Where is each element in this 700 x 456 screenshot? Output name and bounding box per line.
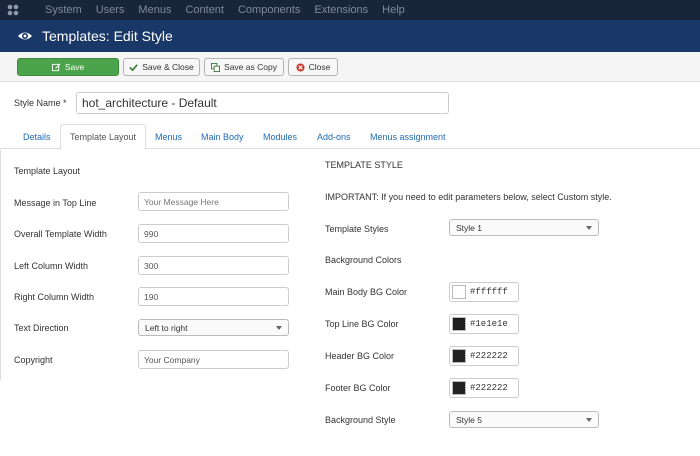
- menu-users[interactable]: Users: [96, 4, 125, 16]
- footer-color-value: #222222: [470, 383, 508, 393]
- chevron-down-icon: [586, 225, 592, 230]
- template-styles-label: Template Styles: [325, 224, 389, 234]
- bg-style-label: Background Style: [325, 415, 396, 425]
- message-input[interactable]: [138, 192, 289, 211]
- tab-bar: Details Template Layout Menus Main Body …: [0, 124, 700, 150]
- top-nav: System Users Menus Content Components Ex…: [45, 0, 419, 20]
- left-border: [0, 150, 1, 380]
- copy-icon: [211, 62, 221, 72]
- width-label: Overall Template Width: [14, 229, 107, 239]
- check-icon: [129, 63, 138, 71]
- color-swatch: [452, 349, 466, 363]
- menu-components[interactable]: Components: [238, 4, 300, 16]
- tab-modules[interactable]: Modules: [254, 124, 306, 149]
- message-label: Message in Top Line: [14, 198, 97, 208]
- tab-addons[interactable]: Add-ons: [308, 124, 360, 149]
- menu-system[interactable]: System: [45, 4, 82, 16]
- tab-main-body[interactable]: Main Body: [192, 124, 253, 149]
- close-icon: [296, 62, 305, 72]
- header-color-picker[interactable]: #222222: [449, 346, 519, 366]
- main-body-color-value: #ffffff: [470, 287, 508, 297]
- header-color-value: #222222: [470, 351, 508, 361]
- tab-details[interactable]: Details: [14, 124, 60, 149]
- save-close-label: Save & Close: [142, 62, 194, 72]
- menu-extensions[interactable]: Extensions: [314, 4, 368, 16]
- chevron-down-icon: [586, 417, 592, 422]
- page-header: Templates: Edit Style: [0, 20, 700, 52]
- top-line-color-value: #1e1e1e: [470, 319, 508, 329]
- important-note: IMPORTANT: If you need to edit parameter…: [325, 192, 612, 202]
- save-copy-button[interactable]: Save as Copy: [204, 58, 284, 76]
- eye-icon: [18, 32, 32, 40]
- tab-menus-assignment[interactable]: Menus assignment: [361, 124, 455, 149]
- top-line-color-picker[interactable]: #1e1e1e: [449, 314, 519, 334]
- edit-icon: [51, 63, 61, 71]
- page-title: Templates: Edit Style: [42, 28, 173, 44]
- color-swatch: [452, 317, 466, 331]
- save-close-button[interactable]: Save & Close: [123, 58, 200, 76]
- main-body-color-label: Main Body BG Color: [325, 287, 408, 297]
- tab-menus[interactable]: Menus: [146, 124, 191, 149]
- main-body-color-picker[interactable]: #ffffff: [449, 282, 519, 302]
- template-styles-value: Style 1: [456, 222, 482, 233]
- style-name-label: Style Name *: [14, 98, 67, 108]
- left-column-label: Left Column Width: [14, 261, 89, 271]
- left-column-input[interactable]: [138, 256, 289, 275]
- right-column-input[interactable]: [138, 287, 289, 306]
- chevron-down-icon: [276, 325, 282, 330]
- menu-content[interactable]: Content: [185, 4, 224, 16]
- layout-heading: Template Layout: [14, 166, 81, 176]
- save-button-label: Save: [64, 62, 85, 72]
- footer-color-picker[interactable]: #222222: [449, 378, 519, 398]
- toolbar: Save Save & Close Save as Copy Close: [0, 52, 700, 82]
- color-swatch: [452, 381, 466, 395]
- joomla-logo-icon[interactable]: [6, 3, 20, 17]
- bg-style-select[interactable]: Style 5: [449, 411, 599, 428]
- close-button[interactable]: Close: [288, 58, 338, 76]
- header-color-label: Header BG Color: [325, 351, 395, 361]
- direction-select[interactable]: Left to right: [138, 319, 289, 336]
- color-swatch: [452, 285, 466, 299]
- menu-help[interactable]: Help: [382, 4, 405, 16]
- save-button[interactable]: Save: [17, 58, 119, 76]
- top-line-color-label: Top Line BG Color: [325, 319, 399, 329]
- menu-menus[interactable]: Menus: [138, 4, 171, 16]
- style-name-input[interactable]: [76, 92, 449, 114]
- copyright-label: Copyright: [14, 355, 53, 365]
- direction-label: Text Direction: [14, 323, 69, 333]
- admin-menubar: System Users Menus Content Components Ex…: [0, 0, 700, 20]
- bg-style-value: Style 5: [456, 414, 482, 425]
- bg-colors-heading: Background Colors: [325, 255, 402, 265]
- footer-color-label: Footer BG Color: [325, 383, 391, 393]
- direction-value: Left to right: [145, 322, 188, 333]
- style-heading: TEMPLATE STYLE: [325, 160, 403, 170]
- right-column-label: Right Column Width: [14, 292, 95, 302]
- width-input[interactable]: [138, 224, 289, 243]
- close-button-label: Close: [308, 62, 331, 72]
- save-copy-label: Save as Copy: [224, 62, 277, 72]
- tab-template-layout[interactable]: Template Layout: [60, 124, 147, 150]
- template-styles-select[interactable]: Style 1: [449, 219, 599, 236]
- copyright-input[interactable]: [138, 350, 289, 369]
